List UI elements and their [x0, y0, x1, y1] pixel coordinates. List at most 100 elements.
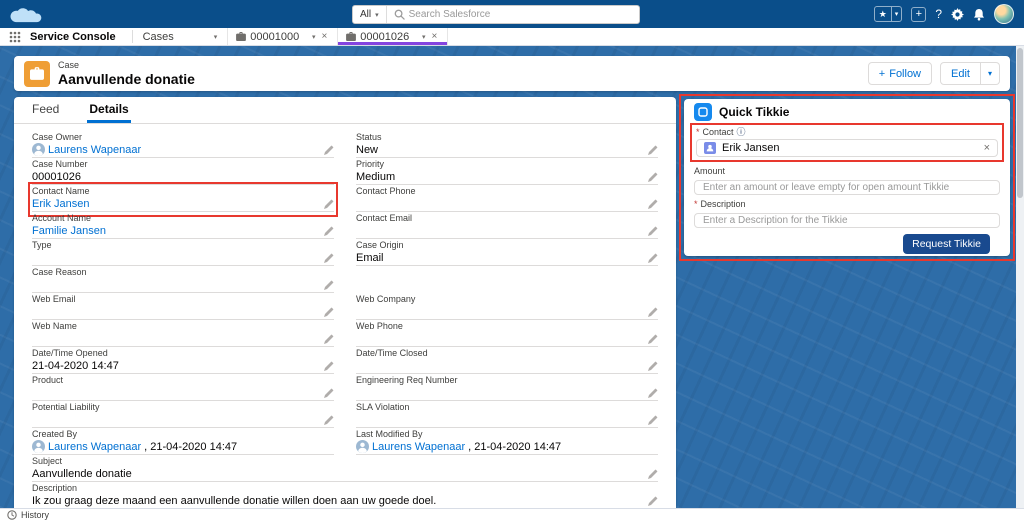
search-scope-selector[interactable]: All ▾ [353, 6, 387, 23]
case-briefcase-icon [346, 32, 356, 41]
utility-bar: History [0, 508, 1024, 521]
field-label: Date/Time Opened [32, 348, 334, 359]
field-web-email: Web Email [32, 294, 334, 321]
edit-field-icon[interactable] [648, 172, 658, 182]
edit-field-icon[interactable] [324, 388, 334, 398]
edit-field-icon[interactable] [324, 361, 334, 371]
edit-field-icon[interactable] [648, 361, 658, 371]
favorite-star-icon[interactable]: ★ [875, 7, 892, 21]
amount-field-label: Amount [694, 166, 1000, 177]
edit-field-icon[interactable] [324, 415, 334, 425]
edit-field-icon[interactable] [324, 226, 334, 236]
edit-button-label: Edit [951, 68, 970, 80]
workspace-tab-00001000[interactable]: 00001000 ▾ × [228, 28, 338, 45]
case-owner-link[interactable]: Laurens Wapenaar [48, 144, 321, 156]
help-icon[interactable]: ? [935, 7, 942, 21]
field-label: Date/Time Closed [356, 348, 658, 359]
follow-button[interactable]: + Follow [868, 62, 932, 85]
field-contact-phone: Contact Phone [356, 186, 658, 213]
case-briefcase-icon [236, 32, 246, 41]
record-title: Aanvullende donatie [58, 71, 195, 87]
last-modified-date: , 21-04-2020 14:47 [468, 441, 561, 453]
edit-field-icon[interactable] [324, 253, 334, 263]
field-case-reason: Case Reason [32, 267, 334, 294]
quick-tikkie-panel: Quick Tikkie * Contact ⓘ Erik Jansen × A [684, 99, 1010, 256]
more-actions-button[interactable]: ▾ [981, 62, 1000, 85]
app-launcher-icon[interactable] [0, 28, 30, 45]
edit-field-icon[interactable] [648, 145, 658, 155]
field-last-modified-by: Last Modified By Laurens Wapenaar , 21-0… [356, 429, 658, 456]
field-label: Web Email [32, 294, 334, 305]
edit-field-icon[interactable] [648, 253, 658, 263]
scrollbar-thumb[interactable] [1017, 48, 1023, 198]
edit-field-icon[interactable] [324, 199, 334, 209]
field-description: Description Ik zou graag deze maand een … [32, 483, 658, 510]
field-label: Created By [32, 429, 334, 440]
user-avatar[interactable] [994, 4, 1014, 24]
field-contact-name: Contact Name Erik Jansen [32, 186, 334, 213]
edit-field-icon[interactable] [324, 307, 334, 317]
field-label: Case Owner [32, 132, 334, 143]
edit-field-icon[interactable] [324, 280, 334, 290]
search-input[interactable] [409, 9, 639, 20]
field-product: Product [32, 375, 334, 402]
favorites-chevron-down-icon[interactable]: ▾ [892, 10, 902, 18]
edit-field-icon[interactable] [648, 199, 658, 209]
contact-name-link[interactable]: Erik Jansen [32, 198, 321, 210]
chevron-down-icon[interactable]: ▾ [422, 33, 426, 41]
notifications-bell-icon[interactable] [973, 8, 985, 21]
object-tab-cases[interactable]: Cases ▾ [133, 28, 229, 45]
workspace-tab-label: 00001000 [250, 31, 299, 43]
edit-field-icon[interactable] [648, 226, 658, 236]
favorites-control[interactable]: ★ ▾ [874, 6, 903, 22]
workspace-tab-00001026[interactable]: 00001026 ▾ × [338, 28, 448, 45]
field-label: Web Name [32, 321, 334, 332]
remove-contact-icon[interactable]: × [984, 142, 990, 154]
record-detail-card: Feed Details Case Owner Laurens Wapenaar… [14, 97, 676, 521]
edit-field-icon[interactable] [648, 388, 658, 398]
history-label: History [21, 510, 49, 520]
request-tikkie-button[interactable]: Request Tikkie [903, 234, 990, 254]
created-by-link[interactable]: Laurens Wapenaar [48, 441, 141, 453]
account-name-link[interactable]: Familie Jansen [32, 225, 321, 237]
plus-icon: + [879, 68, 885, 80]
chevron-down-icon[interactable]: ▾ [214, 33, 218, 41]
user-avatar-icon [356, 440, 369, 453]
close-tab-icon[interactable]: × [429, 31, 439, 42]
edit-field-icon[interactable] [648, 334, 658, 344]
global-search: All ▾ [352, 5, 640, 24]
info-icon[interactable]: ⓘ [737, 127, 746, 138]
field-date-time-opened: Date/Time Opened 21-04-2020 14:47 [32, 348, 334, 375]
edit-field-icon[interactable] [324, 145, 334, 155]
description-input[interactable] [694, 213, 1000, 228]
description-field-label: * Description [694, 199, 1000, 210]
global-actions-icon[interactable]: + [911, 7, 926, 22]
setup-gear-icon[interactable] [951, 8, 964, 21]
field-value: Ik zou graag deze maand een aanvullende … [32, 495, 645, 507]
edit-field-icon[interactable] [324, 334, 334, 344]
edit-field-icon[interactable] [648, 469, 658, 479]
field-value: 21-04-2020 14:47 [32, 360, 321, 372]
field-label: Priority [356, 159, 658, 170]
edit-field-icon[interactable] [648, 496, 658, 506]
field-label: Subject [32, 456, 658, 467]
search-scope-label: All [360, 9, 371, 20]
field-web-company: Web Company [356, 294, 658, 321]
tab-feed[interactable]: Feed [30, 102, 61, 123]
edit-field-icon[interactable] [648, 415, 658, 425]
edit-field-icon[interactable] [648, 307, 658, 317]
empty-grid-cell [356, 267, 658, 294]
last-modified-by-link[interactable]: Laurens Wapenaar [372, 441, 465, 453]
field-web-name: Web Name [32, 321, 334, 348]
field-account-name: Account Name Familie Jansen [32, 213, 334, 240]
amount-input[interactable] [694, 180, 1000, 195]
contact-field-label: * Contact ⓘ [696, 127, 998, 138]
close-tab-icon[interactable]: × [319, 31, 329, 42]
selected-contact-pill[interactable]: Erik Jansen × [696, 139, 998, 157]
chevron-down-icon[interactable]: ▾ [312, 33, 316, 41]
created-date: , 21-04-2020 14:47 [144, 441, 237, 453]
edit-button[interactable]: Edit [940, 62, 981, 85]
tab-details[interactable]: Details [87, 102, 130, 123]
salesforce-logo-icon [10, 5, 42, 23]
history-utility-button[interactable]: History [0, 509, 56, 521]
